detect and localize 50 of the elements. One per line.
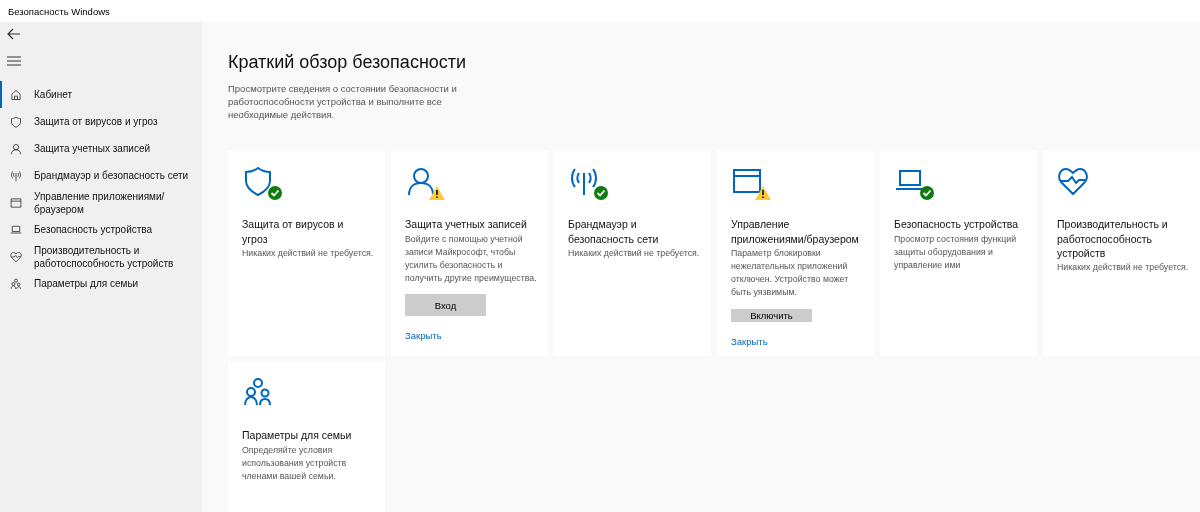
card-title: Параметры для семьи [242,428,353,443]
sidebar-item[interactable]: Параметры для семьи [0,270,202,297]
sidebar-item[interactable]: Брандмауэр и безопасность сети [0,162,202,189]
card-title: Управление приложениями/браузером [731,217,860,246]
sidebar-icon [10,142,22,155]
status-card[interactable]: Безопасность устройства Просмотр состояния функций защиты оборудования и управление ими [880,151,1037,357]
sidebar-icon [10,196,22,209]
sidebar-icon [10,115,22,128]
sidebar-icon [10,88,22,101]
sidebar-item[interactable]: Безопасность устройства [0,216,202,243]
dismiss-link[interactable]: Закрыть [731,335,768,347]
status-card[interactable]: Параметры для семьи Определяйте условия использования устройств членами вашей семьи. [228,362,385,512]
card-title: Производительность и работоспособность устройств [1057,217,1169,260]
card-description: Никаких действий не требуется. [568,246,700,260]
action-button[interactable]: Включить [731,308,812,322]
status-card[interactable]: Брандмауэр и безопасность сети Никаких действий не требуется. [554,151,711,357]
action-button[interactable]: Вход [405,294,486,317]
page-heading: Краткий обзор безопасности [228,52,468,73]
warning-icon [429,186,445,201]
sidebar-icon [10,250,22,263]
sidebar-icon [10,223,22,236]
sidebar-item[interactable]: Защита от вирусов и угроз [0,108,202,135]
card-title: Защита учетных записей [405,217,528,232]
check-badge-icon [920,186,934,201]
sidebar-item[interactable]: Защита учетных записей [0,135,202,162]
card-description: Параметр блокировки нежелательных приложений отключен. Устройство может быть уязвимым. [731,246,850,300]
card-description: Просмотр состояния функций защиты оборудования и управление ими [894,232,1018,272]
card-description: Никаких действий не требуется. [1057,260,1189,274]
status-card[interactable]: Производительность и работоспособность устройств Никаких действий не требуется. [1043,151,1200,357]
sidebar-icon [10,277,22,290]
card-title: Защита от вирусов и угроз [242,217,345,246]
check-badge-icon [594,186,608,201]
sidebar-icon [10,169,22,182]
status-card[interactable]: Управление приложениями/браузером Параметр блокировки нежелательных приложений отключен. Устройство может быть уязвимым. Включить Закрыть [717,151,874,357]
dismiss-link[interactable]: Закрыть [405,330,442,342]
window-title: Безопасность Windows [8,5,110,17]
card-title: Брандмауэр и безопасность сети [568,217,660,246]
status-card[interactable]: Защита учетных записей Войдите с помощью учетной записи Майкрософт, чтобы усилить безопасность и получить другие преимущества. Вход Закрыть [391,151,548,357]
check-badge-icon [268,186,282,201]
intro-text: Просмотрите сведения о состоянии безопасности и работоспособности устройства и выполните все необходимые действия. [228,83,458,122]
back-icon[interactable] [7,28,21,40]
sidebar-item[interactable]: Управление приложениями/браузером [0,189,202,216]
card-title: Безопасность устройства [894,217,1019,232]
card-description: Войдите с помощью учетной записи Майкрософт, чтобы усилить безопасность и получить другие преимущества. [405,232,538,286]
sidebar-item[interactable]: Производительность и работоспособность устройств [0,243,202,270]
menu-icon[interactable] [7,56,21,66]
warning-icon [755,186,771,201]
card-description: Никаких действий не требуется. [242,246,374,260]
card-description: Определяйте условия использования устройств членами вашей семьи. [242,443,348,483]
status-card[interactable]: Защита от вирусов и угроз Никаких действий не требуется. [228,151,385,357]
